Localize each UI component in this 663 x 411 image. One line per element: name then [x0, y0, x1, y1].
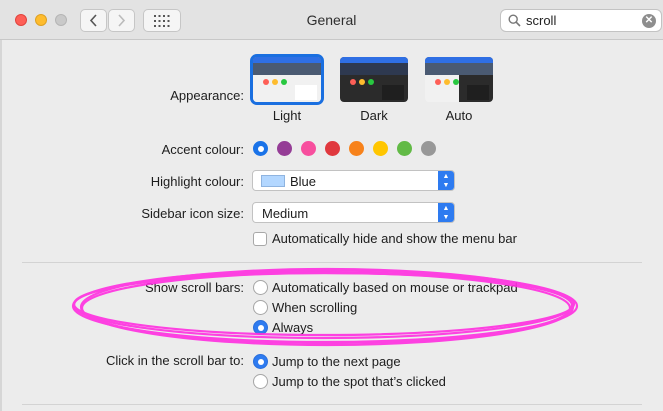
- highlight-colour-chip: [261, 175, 285, 187]
- click-scroll-bar-label: Click in the scroll bar to:: [106, 353, 244, 368]
- appearance-label: Appearance:: [170, 88, 244, 103]
- menubar-autohide-checkbox[interactable]: [253, 232, 267, 246]
- appearance-light-option[interactable]: [250, 54, 324, 105]
- window-left-edge: [0, 40, 2, 411]
- appearance-light-label: Light: [272, 108, 302, 123]
- appearance-auto-option[interactable]: [425, 57, 493, 102]
- forward-button[interactable]: [108, 9, 135, 32]
- show-scroll-bars-label: Show scroll bars:: [145, 280, 244, 295]
- minimize-window-button[interactable]: [35, 14, 47, 26]
- accent-colour-swatch[interactable]: [421, 141, 436, 156]
- highlight-colour-popup[interactable]: Blue ▲ ▼: [252, 170, 455, 191]
- accent-colour-swatch[interactable]: [253, 141, 268, 156]
- search-field[interactable]: scroll ✕: [500, 9, 662, 32]
- sidebar-icon-size-value: Medium: [262, 206, 309, 221]
- section-divider: [22, 262, 642, 263]
- scrollbars-always-label: Always: [272, 320, 314, 335]
- appearance-auto-label: Auto: [445, 108, 473, 123]
- scrollbars-automatic-label: Automatically based on mouse or trackpad: [272, 280, 518, 295]
- search-input[interactable]: scroll: [526, 13, 556, 28]
- clear-icon[interactable]: ✕: [642, 14, 656, 28]
- grid-icon: [154, 14, 170, 27]
- accent-colour-swatch[interactable]: [397, 141, 412, 156]
- accent-colour-swatch[interactable]: [325, 141, 340, 156]
- chevron-right-icon: [118, 14, 126, 27]
- sidebar-icon-size-popup[interactable]: Medium ▲ ▼: [252, 202, 455, 223]
- appearance-dark-option[interactable]: [340, 57, 408, 102]
- accent-colour-swatch[interactable]: [373, 141, 388, 156]
- section-divider: [22, 404, 642, 405]
- accent-colour-label: Accent colour:: [161, 142, 244, 157]
- chevron-left-icon: [89, 14, 97, 27]
- click-jump-next-page-radio[interactable]: [253, 354, 268, 369]
- sidebar-icon-size-label: Sidebar icon size:: [141, 206, 244, 221]
- zoom-window-button[interactable]: [55, 14, 67, 26]
- title-bar: General scroll ✕: [0, 0, 663, 40]
- chevron-updown-icon: ▲ ▼: [438, 203, 454, 222]
- scrollbars-always-radio[interactable]: [253, 320, 268, 335]
- scrollbars-when-scrolling-label: When scrolling: [272, 300, 358, 315]
- highlight-colour-label: Highlight colour:: [150, 174, 244, 189]
- accent-colour-swatch[interactable]: [301, 141, 316, 156]
- click-jump-to-spot-label: Jump to the spot that’s clicked: [272, 374, 446, 389]
- scrollbars-automatic-radio[interactable]: [253, 280, 268, 295]
- search-icon: [508, 14, 521, 27]
- click-jump-next-page-label: Jump to the next page: [272, 354, 401, 369]
- chevron-updown-icon: ▲ ▼: [438, 171, 454, 190]
- close-window-button[interactable]: [15, 14, 27, 26]
- appearance-dark-label: Dark: [360, 108, 388, 123]
- click-jump-to-spot-radio[interactable]: [253, 374, 268, 389]
- back-button[interactable]: [80, 9, 107, 32]
- scrollbars-when-scrolling-radio[interactable]: [253, 300, 268, 315]
- highlight-colour-value: Blue: [290, 174, 317, 189]
- accent-colour-swatch[interactable]: [277, 141, 292, 156]
- menubar-autohide-label: Automatically hide and show the menu bar: [272, 231, 517, 246]
- accent-colour-swatch[interactable]: [349, 141, 364, 156]
- show-all-button[interactable]: [143, 9, 181, 32]
